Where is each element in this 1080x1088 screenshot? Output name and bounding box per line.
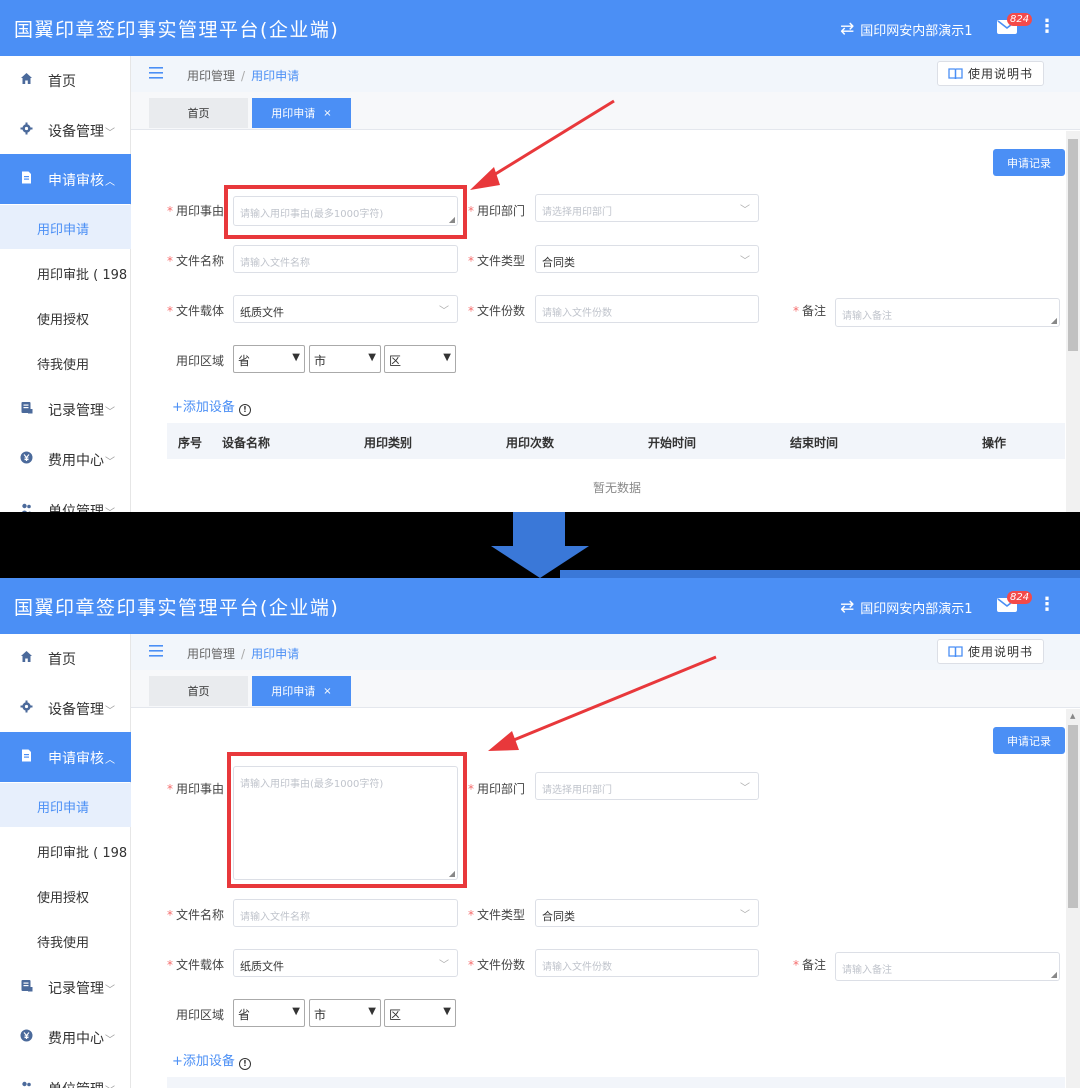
down-arrow-icon [491,512,1080,578]
annotation-arrow [488,655,717,751]
transition-divider [0,512,1080,578]
screenshot-before: 国翼印章签印事实管理平台(企业端) ⇄ 国印网安内部演示1 824 ⋮ 首页 设… [0,0,1080,512]
screenshot-after: 国翼印章签印事实管理平台(企业端) ⇄ 国印网安内部演示1 824 ⋮ 首页 设… [0,578,1080,1088]
annotation-arrow [470,99,615,190]
